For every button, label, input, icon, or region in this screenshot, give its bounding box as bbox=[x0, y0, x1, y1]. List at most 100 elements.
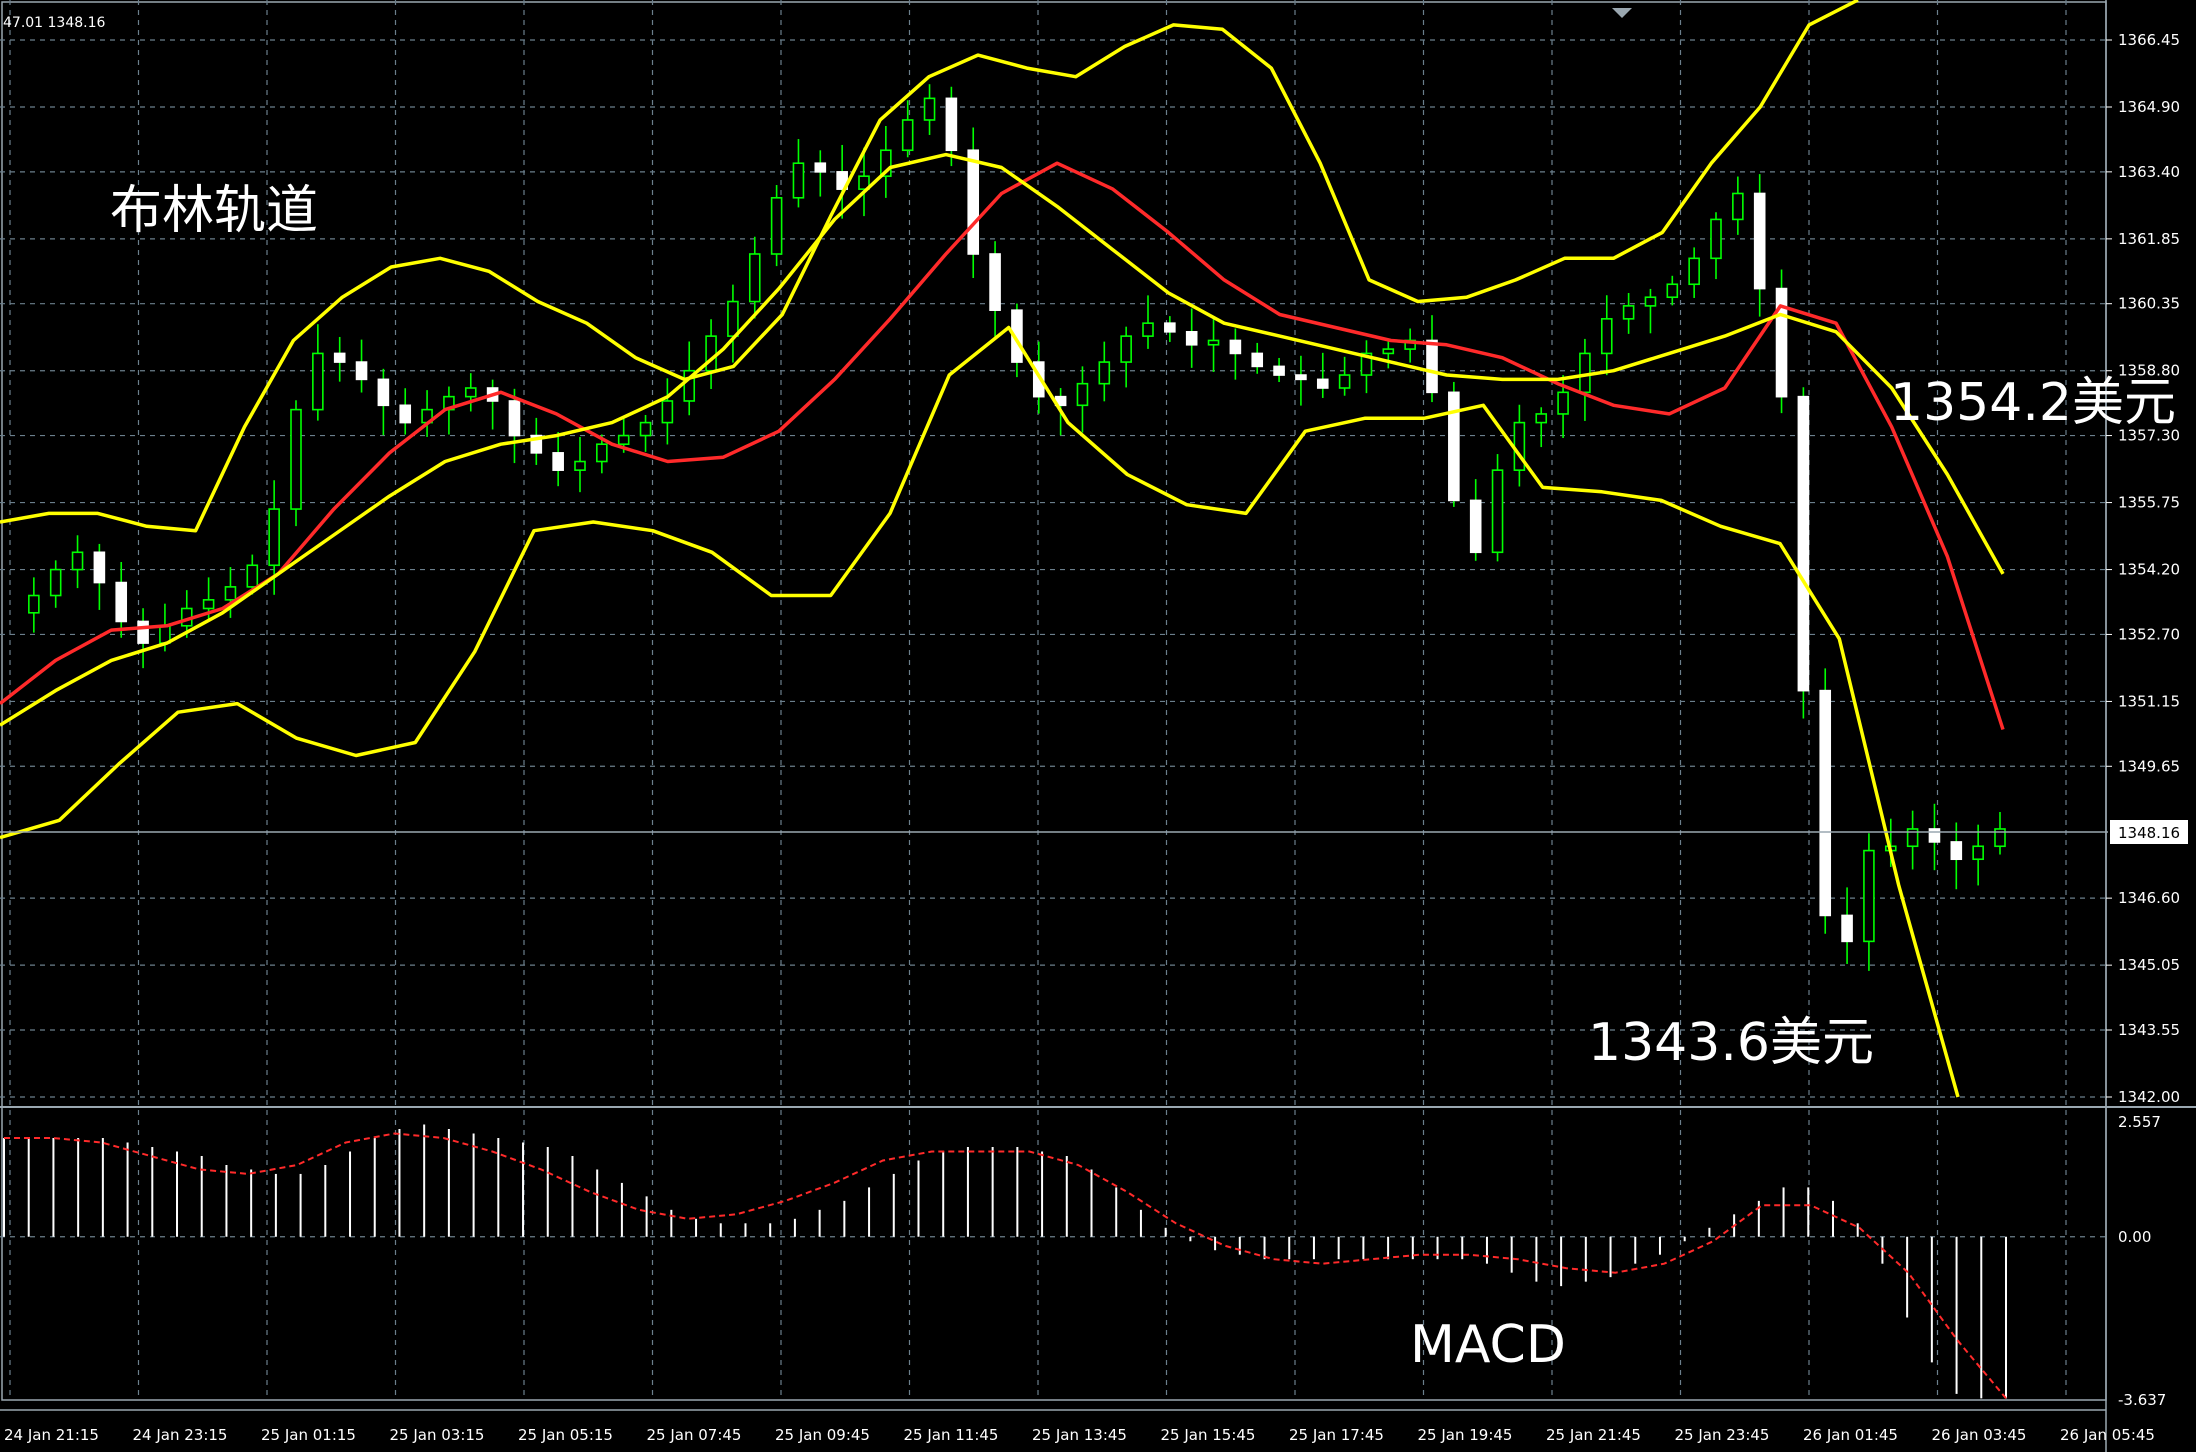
bull-candle bbox=[1710, 218, 1722, 260]
time-tick-label: 26 Jan 01:45 bbox=[1803, 1426, 1898, 1444]
bull-candle bbox=[1142, 322, 1154, 337]
price-tick-label: 1352.70 bbox=[2118, 625, 2180, 643]
bear-candle bbox=[1469, 499, 1482, 554]
time-tick-label: 25 Jan 07:45 bbox=[647, 1426, 742, 1444]
bear-candle bbox=[552, 452, 564, 471]
time-tick-label: 25 Jan 09:45 bbox=[775, 1426, 870, 1444]
bear-candle bbox=[137, 620, 149, 644]
bear-candle bbox=[1295, 374, 1307, 381]
bull-candle bbox=[1688, 257, 1700, 286]
bull-candle bbox=[224, 586, 237, 601]
bull-candle bbox=[639, 421, 652, 437]
bull-candle bbox=[923, 97, 936, 121]
bear-candle bbox=[1841, 914, 1853, 943]
bear-candle bbox=[1316, 378, 1329, 389]
bull-candle bbox=[661, 400, 674, 424]
time-tick-label: 25 Jan 15:45 bbox=[1161, 1426, 1256, 1444]
time-tick-label: 25 Jan 19:45 bbox=[1418, 1426, 1513, 1444]
bull-candle bbox=[901, 119, 914, 152]
bollinger-annotation: 布林轨道 bbox=[110, 181, 318, 241]
bull-candle bbox=[1491, 469, 1504, 554]
price-tick-label: 1346.60 bbox=[2118, 889, 2180, 907]
bull-candle bbox=[705, 335, 717, 372]
macd-tick-label: 2.557 bbox=[2118, 1113, 2161, 1131]
bull-candle bbox=[748, 253, 761, 303]
bull-candle bbox=[28, 594, 40, 614]
bull-candle bbox=[1382, 348, 1395, 355]
current-price-tag-label: 1348.16 bbox=[2118, 824, 2180, 842]
bull-candle bbox=[1557, 391, 1569, 415]
upper-price-annotation: 1354.2美元 bbox=[1890, 373, 2176, 433]
bull-candle bbox=[268, 508, 280, 567]
bear-candle bbox=[1797, 395, 1810, 692]
price-tick-label: 1349.65 bbox=[2118, 757, 2180, 775]
time-tick-label: 25 Jan 01:15 bbox=[261, 1426, 356, 1444]
bear-candle bbox=[967, 149, 980, 255]
bull-candle bbox=[464, 387, 477, 398]
bull-candle bbox=[1338, 374, 1351, 389]
macd-tick-label: -3.637 bbox=[2118, 1391, 2166, 1409]
time-tick-label: 25 Jan 05:15 bbox=[518, 1426, 613, 1444]
price-tick-label: 1361.85 bbox=[2118, 230, 2180, 248]
bear-candle bbox=[1251, 352, 1264, 368]
price-tick-label: 1366.45 bbox=[2118, 31, 2180, 49]
bull-candle bbox=[1863, 849, 1875, 943]
price-tick-label: 1363.40 bbox=[2118, 163, 2180, 181]
bear-candle bbox=[1426, 339, 1438, 394]
bear-candle bbox=[1164, 322, 1176, 333]
time-tick-label: 25 Jan 17:45 bbox=[1289, 1426, 1384, 1444]
bull-candle bbox=[246, 564, 259, 588]
bull-candle bbox=[792, 162, 805, 199]
macd-tick-label: 0.00 bbox=[2118, 1228, 2151, 1246]
bull-candle bbox=[1732, 192, 1744, 221]
bear-candle bbox=[377, 378, 390, 407]
time-tick-label: 26 Jan 03:45 bbox=[1932, 1426, 2027, 1444]
bear-candle bbox=[508, 400, 521, 437]
info-line: 47.01 1348.16 bbox=[3, 15, 106, 31]
bear-candle bbox=[1185, 331, 1198, 346]
bull-candle bbox=[1622, 305, 1635, 320]
price-tick-label: 1360.35 bbox=[2118, 295, 2180, 313]
bull-candle bbox=[1076, 382, 1089, 407]
bear-candle bbox=[945, 97, 958, 152]
price-tick-label: 1343.55 bbox=[2118, 1021, 2180, 1039]
bear-candle bbox=[1819, 689, 1832, 917]
bull-candle bbox=[1644, 296, 1657, 307]
price-tick-label: 1351.15 bbox=[2118, 692, 2180, 710]
time-tick-label: 24 Jan 23:15 bbox=[133, 1426, 228, 1444]
bear-candle bbox=[1928, 828, 1941, 843]
time-tick-label: 24 Jan 21:15 bbox=[4, 1426, 99, 1444]
bull-candle bbox=[202, 599, 215, 610]
bear-candle bbox=[1448, 391, 1460, 502]
bear-candle bbox=[1229, 339, 1242, 355]
bull-candle bbox=[617, 434, 630, 446]
bull-candle bbox=[71, 551, 84, 571]
price-chart[interactable]: 1366.451364.901363.401361.851360.351358.… bbox=[0, 0, 2196, 1452]
bear-candle bbox=[1273, 365, 1285, 376]
bull-candle bbox=[770, 196, 783, 255]
bear-candle bbox=[1753, 192, 1766, 290]
bull-candle bbox=[312, 352, 324, 411]
bear-candle bbox=[333, 352, 346, 363]
bear-candle bbox=[93, 551, 106, 584]
price-tick-label: 1345.05 bbox=[2118, 956, 2180, 974]
macd-annotation: MACD bbox=[1410, 1315, 1566, 1375]
bull-candle bbox=[1098, 361, 1111, 385]
bull-candle bbox=[1120, 335, 1132, 363]
bear-candle bbox=[814, 162, 827, 173]
bear-candle bbox=[989, 253, 1001, 311]
bull-candle bbox=[290, 408, 302, 510]
chart-background bbox=[0, 0, 2196, 1452]
bear-candle bbox=[355, 361, 368, 381]
time-tick-label: 25 Jan 21:45 bbox=[1546, 1426, 1641, 1444]
time-tick-label: 25 Jan 13:45 bbox=[1032, 1426, 1127, 1444]
price-tick-label: 1342.00 bbox=[2118, 1088, 2180, 1106]
bull-candle bbox=[49, 568, 62, 597]
time-tick-label: 25 Jan 23:45 bbox=[1675, 1426, 1770, 1444]
bull-candle bbox=[1513, 421, 1526, 471]
lower-price-annotation: 1343.6美元 bbox=[1588, 1013, 1874, 1073]
bull-candle bbox=[1666, 283, 1679, 299]
bull-candle bbox=[596, 443, 608, 463]
bull-candle bbox=[1972, 845, 1984, 861]
bull-candle bbox=[574, 460, 586, 471]
